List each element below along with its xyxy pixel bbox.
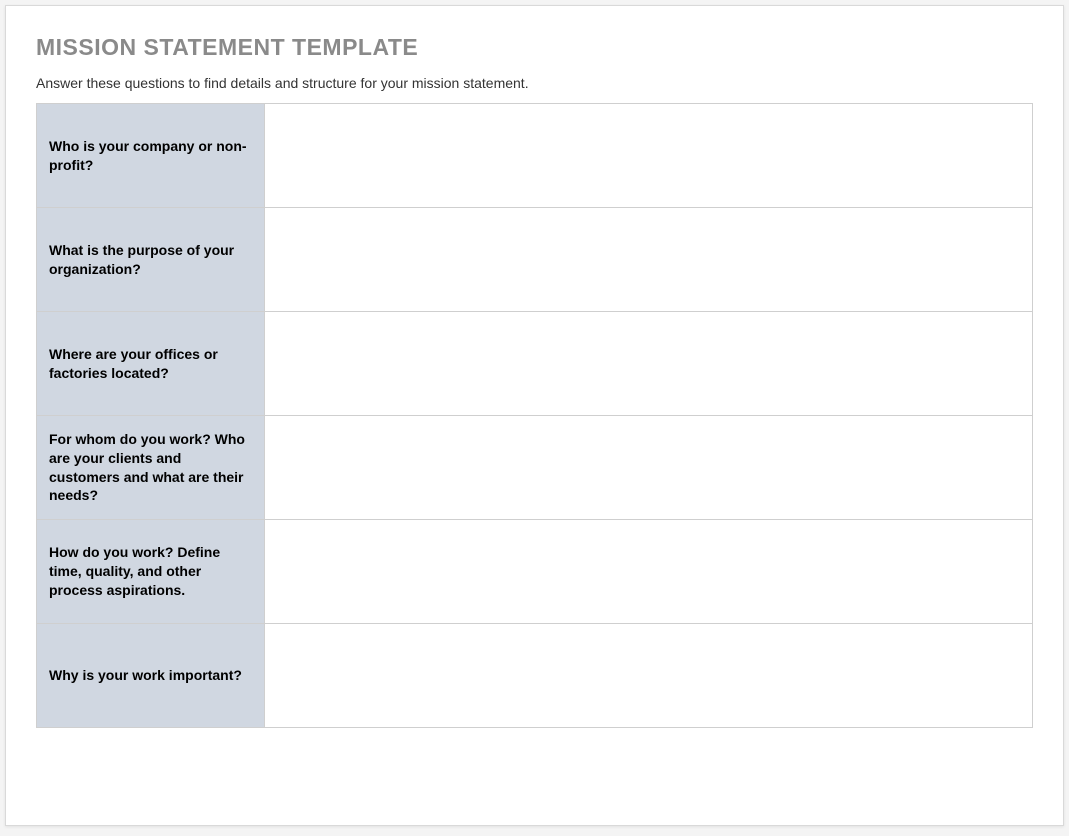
answer-cell[interactable]: [265, 312, 1033, 416]
document-page: MISSION STATEMENT TEMPLATE Answer these …: [5, 5, 1064, 826]
question-cell: For whom do you work? Who are your clien…: [37, 416, 265, 520]
page-title: MISSION STATEMENT TEMPLATE: [36, 34, 1033, 61]
answer-cell[interactable]: [265, 520, 1033, 624]
table-row: Who is your company or non-profit?: [37, 104, 1033, 208]
table-row: How do you work? Define time, quality, a…: [37, 520, 1033, 624]
question-cell: Who is your company or non-profit?: [37, 104, 265, 208]
page-subtitle: Answer these questions to find details a…: [36, 75, 1033, 91]
table-row: What is the purpose of your organization…: [37, 208, 1033, 312]
question-table: Who is your company or non-profit? What …: [36, 103, 1033, 728]
question-cell: Where are your offices or factories loca…: [37, 312, 265, 416]
table-row: Where are your offices or factories loca…: [37, 312, 1033, 416]
answer-cell[interactable]: [265, 416, 1033, 520]
table-row: For whom do you work? Who are your clien…: [37, 416, 1033, 520]
question-cell: How do you work? Define time, quality, a…: [37, 520, 265, 624]
question-cell: What is the purpose of your organization…: [37, 208, 265, 312]
answer-cell[interactable]: [265, 624, 1033, 728]
answer-cell[interactable]: [265, 104, 1033, 208]
answer-cell[interactable]: [265, 208, 1033, 312]
table-row: Why is your work important?: [37, 624, 1033, 728]
question-cell: Why is your work important?: [37, 624, 265, 728]
